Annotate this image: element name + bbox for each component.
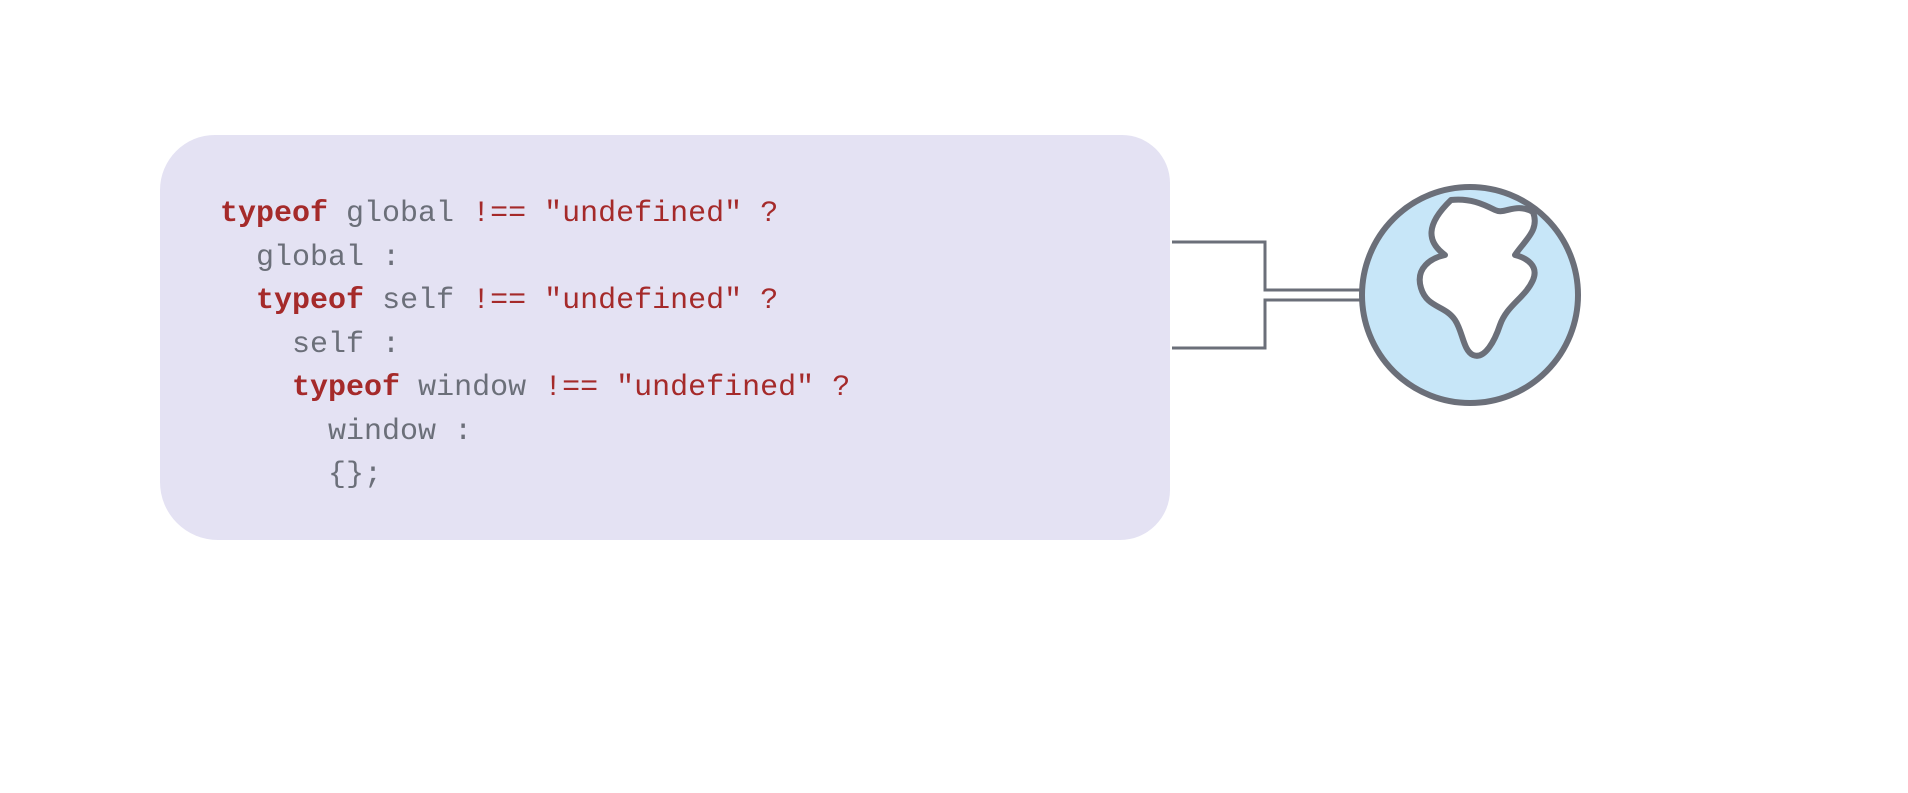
colon: : — [382, 328, 400, 362]
ident-global: global — [256, 241, 364, 275]
ternary-q: ? — [760, 197, 778, 231]
string-undefined: "undefined" — [544, 284, 742, 318]
op-neq: !== — [544, 371, 598, 405]
ident-self: self — [292, 328, 364, 362]
keyword-typeof: typeof — [256, 284, 364, 318]
code-line-5: typeof window !== "undefined" ? — [220, 371, 850, 405]
code-line-3: typeof self !== "undefined" ? — [220, 284, 778, 318]
ident-self: self — [382, 284, 454, 318]
keyword-typeof: typeof — [292, 371, 400, 405]
ternary-q: ? — [832, 371, 850, 405]
ident-window: window — [418, 371, 526, 405]
keyword-typeof: typeof — [220, 197, 328, 231]
code-line-6: window : — [220, 415, 472, 449]
op-neq: !== — [472, 284, 526, 318]
op-neq: !== — [472, 197, 526, 231]
string-undefined: "undefined" — [544, 197, 742, 231]
empty-object: {}; — [328, 458, 382, 492]
ternary-q: ? — [760, 284, 778, 318]
globe-icon — [1355, 180, 1585, 410]
code-line-4: self : — [220, 328, 400, 362]
code-block: typeof global !== "undefined" ? global :… — [220, 193, 1110, 498]
code-panel: typeof global !== "undefined" ? global :… — [160, 135, 1170, 540]
colon: : — [382, 241, 400, 275]
connector-bracket-icon — [1170, 240, 1370, 350]
code-line-2: global : — [220, 241, 400, 275]
string-undefined: "undefined" — [616, 371, 814, 405]
colon: : — [454, 415, 472, 449]
diagram-stage: typeof global !== "undefined" ? global :… — [0, 0, 1908, 793]
ident-window: window — [328, 415, 436, 449]
ident-global: global — [346, 197, 454, 231]
code-line-7: {}; — [220, 458, 382, 492]
code-line-1: typeof global !== "undefined" ? — [220, 197, 778, 231]
